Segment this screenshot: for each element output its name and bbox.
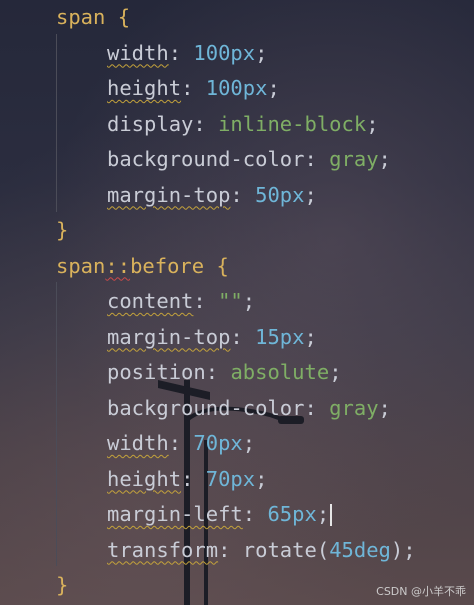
semicolon: ; (267, 76, 280, 100)
colon: : (242, 502, 268, 526)
semicolon: ; (378, 395, 391, 420)
code-line[interactable]: transform: rotate(45deg); (107, 533, 416, 568)
css-value: inline-block (218, 111, 367, 136)
close-brace: } (56, 573, 69, 597)
code-line[interactable]: span { (56, 0, 130, 35)
css-selector: span (56, 5, 106, 29)
css-property: width (107, 431, 169, 455)
colon: : (230, 324, 256, 349)
semicolon: ; (329, 360, 342, 384)
open-brace: { (117, 5, 131, 29)
css-property: display (107, 111, 194, 136)
css-value: 100px (193, 40, 256, 65)
code-area[interactable]: span {width: 100px; height: 100px; display… (56, 0, 474, 605)
css-value: gray (329, 395, 379, 420)
code-line[interactable]: display: inline-block; (107, 107, 379, 142)
css-property: background-color (107, 395, 305, 420)
code-line[interactable]: margin-top: 15px; (107, 320, 317, 355)
code-line[interactable]: span::before { (56, 249, 229, 284)
css-value: 45deg (329, 537, 391, 562)
css-value: 70px (205, 466, 256, 491)
css-value: 15px (255, 324, 305, 349)
semicolon: ; (304, 182, 317, 207)
colon: : (168, 431, 194, 455)
css-value: "" (218, 289, 243, 313)
code-line[interactable]: background-color: gray; (107, 142, 391, 177)
code-line[interactable]: margin-left: 65px; (107, 497, 333, 532)
css-value: gray (329, 147, 379, 171)
colon: : (168, 40, 194, 65)
css-selector: span (56, 253, 106, 278)
watermark: CSDN @小羊不乖 (376, 585, 466, 598)
colon: : (205, 360, 231, 384)
semicolon: ; (242, 431, 256, 455)
css-pseudo-element: before (130, 253, 205, 278)
code-line[interactable]: height: 70px; (107, 462, 267, 497)
colon: : (218, 537, 243, 562)
semicolon: ; (378, 147, 391, 171)
colon: : (193, 289, 219, 313)
semicolon: ; (242, 289, 256, 313)
css-value: 100px (205, 76, 268, 100)
css-property: content (107, 289, 194, 313)
css-property: background-color (107, 147, 305, 171)
css-value: 65px (267, 502, 317, 526)
text-cursor (330, 504, 333, 526)
css-value: 50px (255, 182, 305, 207)
semicolon: ; (255, 40, 268, 65)
code-line[interactable]: height: 100px; (107, 71, 280, 106)
colon: : (230, 182, 256, 207)
css-property: position (107, 360, 206, 384)
code-line[interactable]: } (56, 213, 68, 248)
css-property: margin-top (107, 182, 231, 207)
semicolon: ; (366, 111, 379, 136)
css-value: absolute (230, 360, 330, 384)
css-function: rotate (242, 537, 317, 562)
semicolon: ; (316, 502, 330, 526)
css-value: 70px (193, 431, 243, 455)
colon: : (304, 395, 330, 420)
semicolon: ; (255, 466, 268, 491)
open-brace: { (216, 253, 229, 278)
paren: ( (316, 537, 330, 562)
code-line[interactable]: margin-top: 50px; (107, 178, 317, 213)
css-selector-separator: :: (105, 253, 131, 278)
code-line[interactable]: background-color: gray; (107, 391, 391, 426)
close-brace: } (56, 218, 69, 242)
code-line[interactable]: content: ""; (107, 284, 255, 319)
code-line[interactable]: position: absolute; (107, 355, 342, 390)
code-line[interactable]: } (56, 568, 68, 603)
css-property: transform (107, 537, 219, 562)
semicolon: ; (304, 324, 317, 349)
code-line[interactable]: width: 100px; (107, 36, 267, 71)
paren: ) (390, 537, 404, 562)
css-property: margin-top (107, 324, 231, 349)
css-property: width (107, 40, 169, 65)
css-property: height (107, 76, 182, 100)
css-property: height (107, 466, 182, 491)
code-line[interactable]: width: 70px; (107, 426, 255, 461)
colon: : (181, 76, 206, 100)
css-property: margin-left (107, 502, 243, 526)
colon: : (304, 147, 330, 171)
colon: : (193, 111, 219, 136)
colon: : (181, 466, 206, 491)
semicolon: ; (403, 537, 416, 562)
